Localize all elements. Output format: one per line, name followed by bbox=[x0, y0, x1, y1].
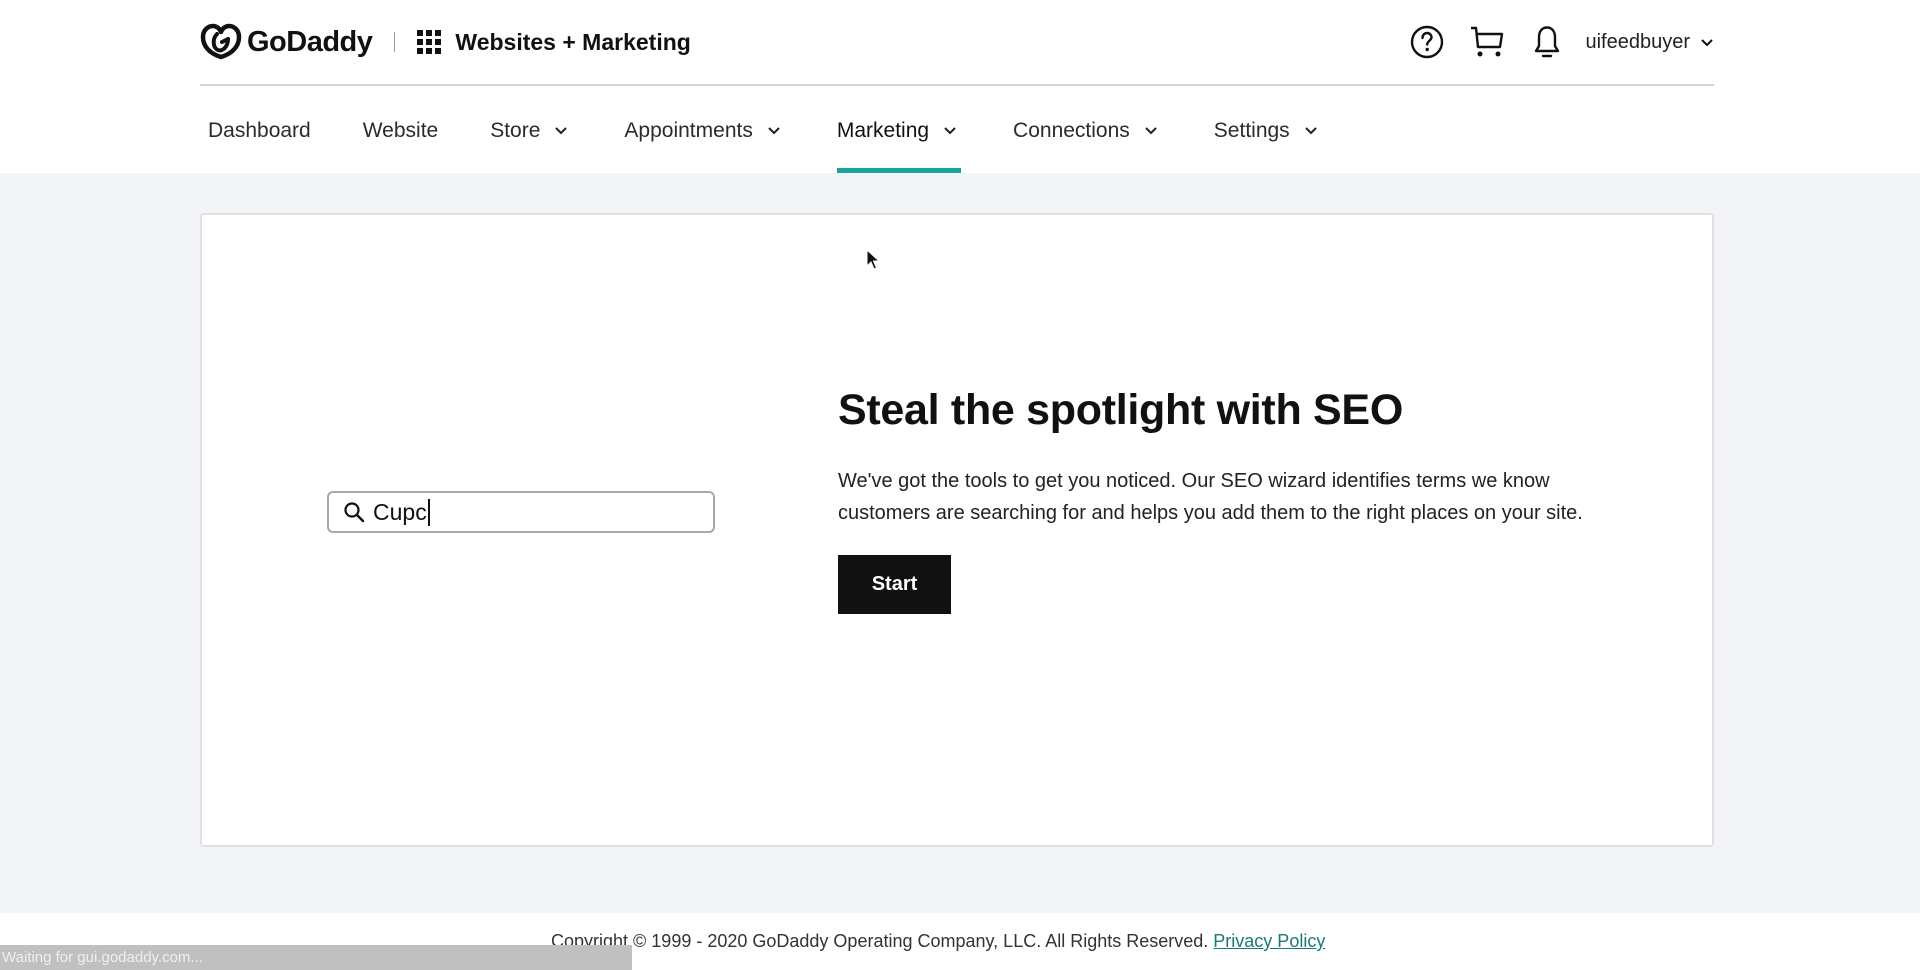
chevron-down-icon bbox=[1145, 127, 1157, 135]
cart-icon bbox=[1471, 26, 1504, 57]
promo-description: We've got the tools to get you noticed. … bbox=[838, 469, 1583, 524]
chevron-down-icon bbox=[1701, 38, 1713, 46]
text-caret bbox=[427, 498, 430, 526]
cart-button[interactable] bbox=[1469, 24, 1505, 60]
promo-headline: Steal the spotlight with SEO bbox=[838, 386, 1403, 434]
header-bar: GoDaddy Websites + Marketing uifeedbuyer bbox=[200, 0, 1714, 86]
username: uifeedbuyer bbox=[1585, 30, 1690, 53]
nav-item-label: Settings bbox=[1213, 118, 1290, 142]
chevron-down-icon bbox=[768, 127, 780, 135]
nav-item-settings[interactable]: Settings bbox=[1206, 88, 1322, 173]
nav-item-label: Store bbox=[490, 118, 541, 142]
header-actions: uifeedbuyer bbox=[1409, 24, 1714, 60]
nav-item-label: Dashboard bbox=[208, 118, 311, 142]
start-button[interactable]: Start bbox=[838, 554, 951, 614]
nav-item-connections[interactable]: Connections bbox=[1005, 88, 1162, 173]
copyright-text: Copyright © 1999 - 2020 GoDaddy Operatin… bbox=[551, 931, 1209, 951]
godaddy-heart-icon bbox=[200, 23, 242, 60]
nav-item-label: Website bbox=[362, 118, 439, 142]
search-demo-text: Cupc bbox=[373, 498, 427, 525]
main-nav: Dashboard Website Store Appointments Marketi… bbox=[200, 88, 1366, 173]
top-header: GoDaddy Websites + Marketing uifeedbuyer… bbox=[0, 0, 1920, 173]
promo-content: Steal the spotlight with SEO We've got t… bbox=[838, 385, 1598, 614]
nav-item-dashboard[interactable]: Dashboard bbox=[200, 88, 311, 173]
brand-name: GoDaddy bbox=[247, 25, 373, 58]
footer-text: Copyright © 1999 - 2020 GoDaddy Operatin… bbox=[551, 931, 1325, 952]
seo-search-illustration: Cupc bbox=[327, 491, 715, 533]
godaddy-logo[interactable]: GoDaddy bbox=[200, 23, 373, 61]
app-grid-icon[interactable] bbox=[417, 30, 442, 54]
chevron-down-icon bbox=[555, 127, 568, 135]
help-icon bbox=[1411, 25, 1444, 59]
browser-status-bar: Waiting for gui.godaddy.com... bbox=[0, 945, 632, 970]
header-divider bbox=[394, 32, 396, 52]
nav-item-appointments[interactable]: Appointments bbox=[616, 88, 784, 173]
nav-item-label: Connections bbox=[1013, 118, 1130, 142]
chevron-down-icon bbox=[944, 127, 956, 135]
nav-item-website[interactable]: Website bbox=[355, 88, 438, 173]
bell-icon bbox=[1535, 26, 1560, 58]
chevron-down-icon bbox=[1304, 127, 1317, 135]
app-title: Websites + Marketing bbox=[455, 28, 691, 55]
nav-item-store[interactable]: Store bbox=[482, 88, 572, 173]
mouse-cursor-icon bbox=[866, 249, 880, 270]
notifications-button[interactable] bbox=[1529, 24, 1565, 60]
account-menu[interactable]: uifeedbuyer bbox=[1585, 31, 1714, 54]
seo-promo-card: Cupc Steal the spotlight with SEO We've … bbox=[200, 213, 1714, 847]
nav-item-label: Marketing bbox=[836, 118, 930, 142]
help-button[interactable] bbox=[1409, 24, 1445, 60]
privacy-policy-link[interactable]: Privacy Policy bbox=[1213, 931, 1325, 951]
nav-item-marketing[interactable]: Marketing bbox=[829, 88, 962, 173]
search-icon bbox=[344, 502, 365, 523]
nav-item-label: Appointments bbox=[624, 118, 753, 142]
